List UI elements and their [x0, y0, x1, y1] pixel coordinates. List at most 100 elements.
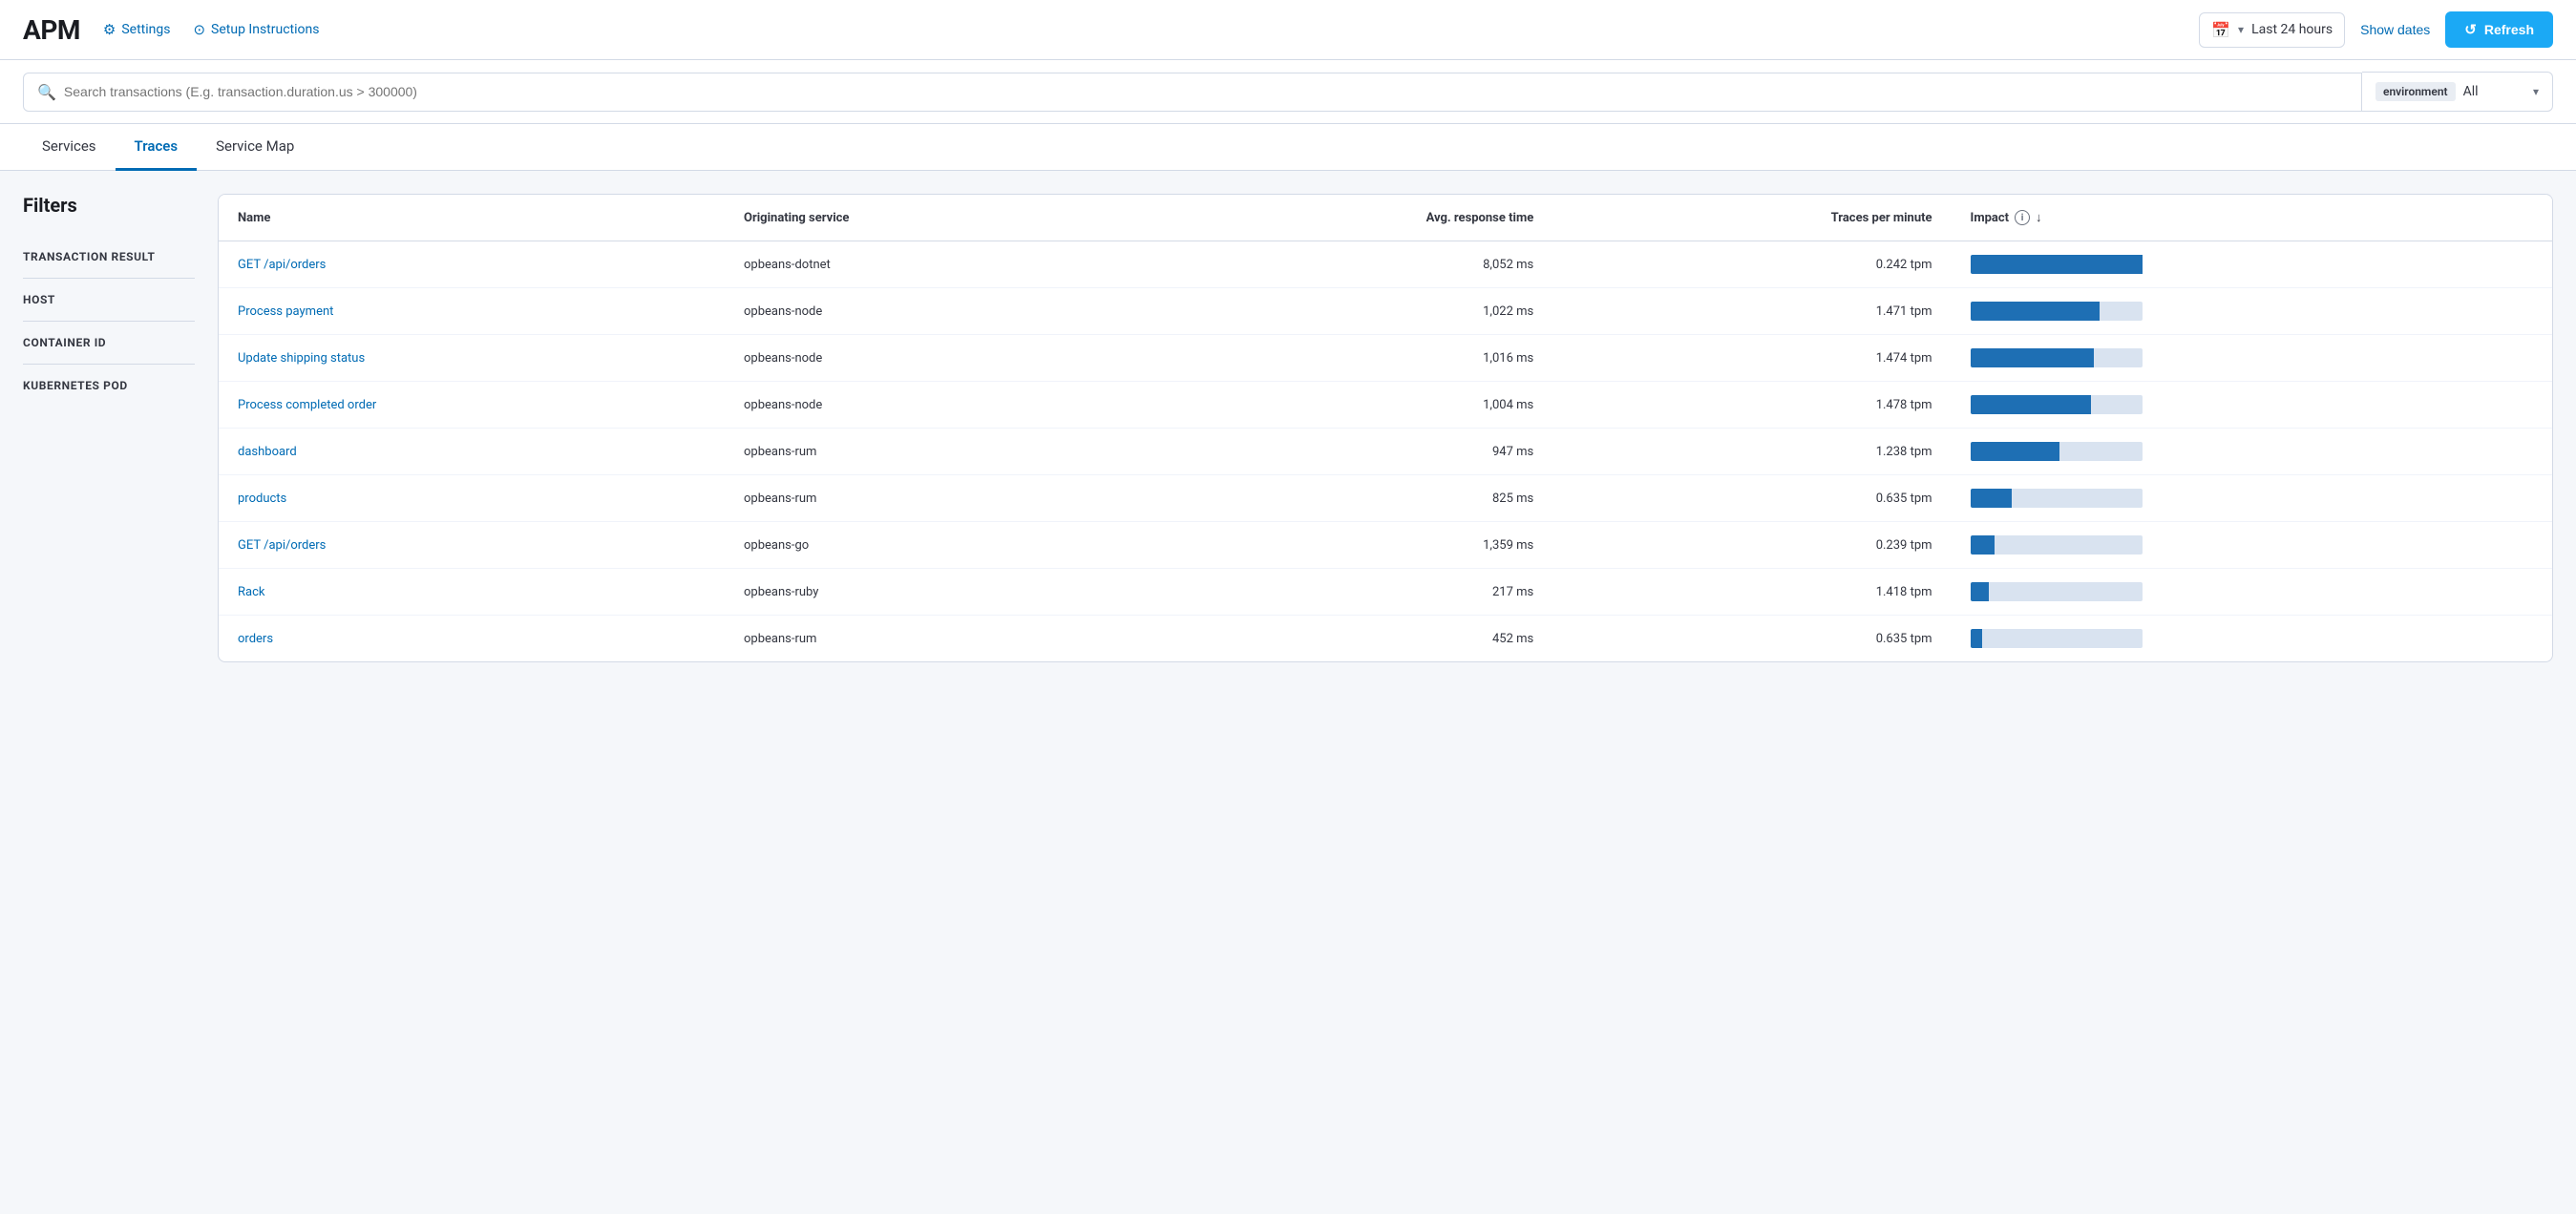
trace-name-link-1[interactable]: Process payment	[238, 304, 333, 319]
cell-impact-6	[1952, 522, 2552, 569]
trace-name-link-8[interactable]: orders	[238, 632, 273, 646]
table-row: Rack opbeans-ruby 217 ms 1.418 tpm	[219, 569, 2552, 616]
cell-impact-1	[1952, 288, 2552, 335]
cell-originating-service-2: opbeans-node	[725, 335, 1135, 382]
tab-traces[interactable]: Traces	[116, 124, 198, 171]
impact-info-icon[interactable]: i	[2015, 210, 2030, 225]
cell-originating-service-0: opbeans-dotnet	[725, 241, 1135, 288]
search-input[interactable]	[64, 84, 2348, 99]
filter-kubernetes-pod[interactable]: KUBERNETES POD	[23, 365, 195, 407]
cell-avg-response-2: 1,016 ms	[1135, 335, 1552, 382]
cell-impact-5	[1952, 475, 2552, 522]
impact-sort-icon[interactable]: ↓	[2036, 210, 2042, 225]
impact-bar-5	[1971, 489, 2143, 508]
tab-services[interactable]: Services	[23, 124, 116, 171]
cell-avg-response-0: 8,052 ms	[1135, 241, 1552, 288]
cell-name-3: Process completed order	[219, 382, 725, 429]
impact-bar-empty-8	[1982, 629, 2142, 648]
cell-avg-response-7: 217 ms	[1135, 569, 1552, 616]
time-picker[interactable]: 📅 ▾ Last 24 hours	[2199, 12, 2345, 48]
table-row: GET /api/orders opbeans-go 1,359 ms 0.23…	[219, 522, 2552, 569]
cell-tpm-7: 1.418 tpm	[1552, 569, 1951, 616]
table-body: GET /api/orders opbeans-dotnet 8,052 ms …	[219, 241, 2552, 662]
show-dates-button[interactable]: Show dates	[2356, 14, 2434, 45]
filter-container-id[interactable]: CONTAINER ID	[23, 322, 195, 365]
impact-bar-0	[1971, 255, 2143, 274]
settings-link[interactable]: ⚙ Settings	[103, 21, 171, 38]
impact-bar-fill-7	[1971, 582, 1990, 601]
impact-bar-fill-3	[1971, 395, 2091, 414]
table-row: GET /api/orders opbeans-dotnet 8,052 ms …	[219, 241, 2552, 288]
cell-name-0: GET /api/orders	[219, 241, 725, 288]
cell-impact-3	[1952, 382, 2552, 429]
calendar-chevron-icon: ▾	[2238, 23, 2244, 36]
setup-instructions-label: Setup Instructions	[211, 22, 319, 37]
cell-name-4: dashboard	[219, 429, 725, 475]
gear-icon: ⚙	[103, 21, 116, 38]
impact-bar-fill-8	[1971, 629, 1983, 648]
top-bar: APM ⚙ Settings ⊙ Setup Instructions 📅 ▾ …	[0, 0, 2576, 60]
cell-tpm-4: 1.238 tpm	[1552, 429, 1951, 475]
refresh-label: Refresh	[2484, 22, 2534, 37]
col-header-traces-per-minute: Traces per minute	[1552, 195, 1951, 241]
tabs-bar: Services Traces Service Map	[0, 124, 2576, 171]
cell-originating-service-1: opbeans-node	[725, 288, 1135, 335]
filter-host[interactable]: HOST	[23, 279, 195, 322]
impact-bar-empty-2	[2094, 348, 2142, 367]
table-header-row: Name Originating service Avg. response t…	[219, 195, 2552, 241]
cell-tpm-6: 0.239 tpm	[1552, 522, 1951, 569]
cell-avg-response-1: 1,022 ms	[1135, 288, 1552, 335]
cell-avg-response-3: 1,004 ms	[1135, 382, 1552, 429]
cell-tpm-2: 1.474 tpm	[1552, 335, 1951, 382]
trace-name-link-3[interactable]: Process completed order	[238, 398, 376, 412]
filter-transaction-result[interactable]: TRANSACTION RESULT	[23, 236, 195, 279]
cell-tpm-0: 0.242 tpm	[1552, 241, 1951, 288]
traces-table: Name Originating service Avg. response t…	[219, 195, 2552, 661]
trace-name-link-5[interactable]: products	[238, 492, 286, 506]
env-value: All	[2463, 84, 2525, 99]
setup-instructions-link[interactable]: ⊙ Setup Instructions	[193, 21, 319, 38]
col-header-name: Name	[219, 195, 725, 241]
impact-bar-empty-7	[1989, 582, 2142, 601]
trace-name-link-4[interactable]: dashboard	[238, 445, 297, 459]
impact-bar-empty-5	[2012, 489, 2143, 508]
cell-name-1: Process payment	[219, 288, 725, 335]
cell-originating-service-4: opbeans-rum	[725, 429, 1135, 475]
cell-name-7: Rack	[219, 569, 725, 616]
refresh-button[interactable]: ↺ Refresh	[2445, 11, 2553, 48]
trace-name-link-6[interactable]: GET /api/orders	[238, 538, 326, 553]
impact-bar-2	[1971, 348, 2143, 367]
settings-label: Settings	[121, 22, 170, 37]
impact-bar-fill-1	[1971, 302, 2100, 321]
impact-bar-7	[1971, 582, 2143, 601]
table-row: Update shipping status opbeans-node 1,01…	[219, 335, 2552, 382]
cell-originating-service-3: opbeans-node	[725, 382, 1135, 429]
cell-impact-7	[1952, 569, 2552, 616]
impact-bar-fill-5	[1971, 489, 2012, 508]
col-header-avg-response-time: Avg. response time	[1135, 195, 1552, 241]
calendar-icon: 📅	[2211, 21, 2230, 39]
tab-service-map[interactable]: Service Map	[197, 124, 313, 171]
cell-impact-4	[1952, 429, 2552, 475]
trace-name-link-7[interactable]: Rack	[238, 585, 264, 599]
app-title: APM	[23, 14, 80, 46]
trace-name-link-0[interactable]: GET /api/orders	[238, 258, 326, 272]
trace-name-link-2[interactable]: Update shipping status	[238, 351, 365, 366]
setup-icon: ⊙	[193, 21, 205, 38]
impact-bar-fill-2	[1971, 348, 2095, 367]
main-content: Filters TRANSACTION RESULT HOST CONTAINE…	[0, 171, 2576, 685]
cell-tpm-5: 0.635 tpm	[1552, 475, 1951, 522]
cell-impact-2	[1952, 335, 2552, 382]
cell-avg-response-8: 452 ms	[1135, 616, 1552, 662]
impact-bar-empty-1	[2100, 302, 2143, 321]
impact-bar-3	[1971, 395, 2143, 414]
impact-bar-empty-4	[2059, 442, 2142, 461]
table-row: Process completed order opbeans-node 1,0…	[219, 382, 2552, 429]
cell-name-8: orders	[219, 616, 725, 662]
impact-bar-empty-6	[1995, 535, 2143, 555]
cell-avg-response-5: 825 ms	[1135, 475, 1552, 522]
col-header-originating-service: Originating service	[725, 195, 1135, 241]
env-select-wrapper[interactable]: environment All ▾	[2362, 72, 2553, 112]
cell-tpm-8: 0.635 tpm	[1552, 616, 1951, 662]
cell-name-6: GET /api/orders	[219, 522, 725, 569]
